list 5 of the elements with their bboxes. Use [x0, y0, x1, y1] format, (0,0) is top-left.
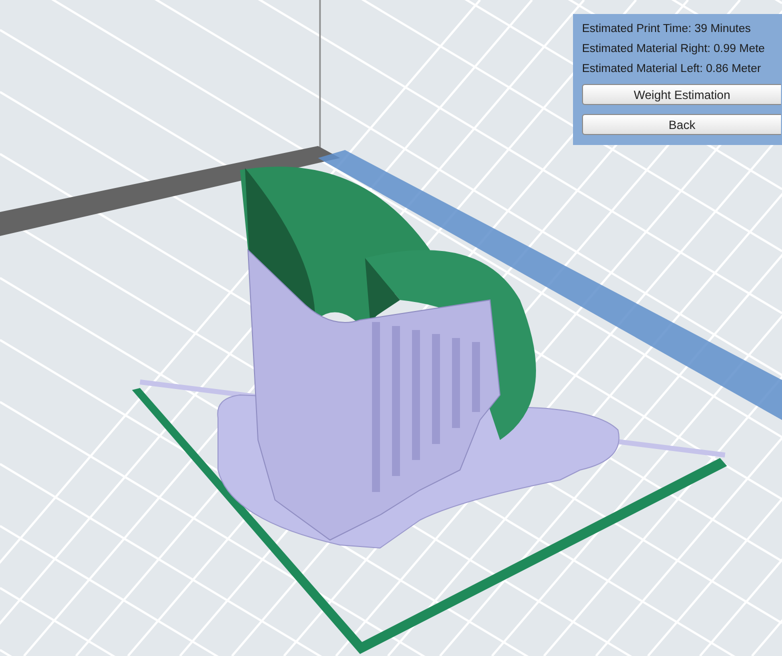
estimate-text: Estimated Material Right: 0.99 Mete [582, 42, 766, 57]
back-button[interactable]: Back [582, 114, 781, 135]
estimate-text: Estimated Print Time: 39 Minutes [582, 22, 752, 37]
estimate-text: Estimated Material Left: 0.86 Meter [582, 62, 762, 77]
weight-estimation-button[interactable]: Weight Estimation [582, 84, 781, 105]
